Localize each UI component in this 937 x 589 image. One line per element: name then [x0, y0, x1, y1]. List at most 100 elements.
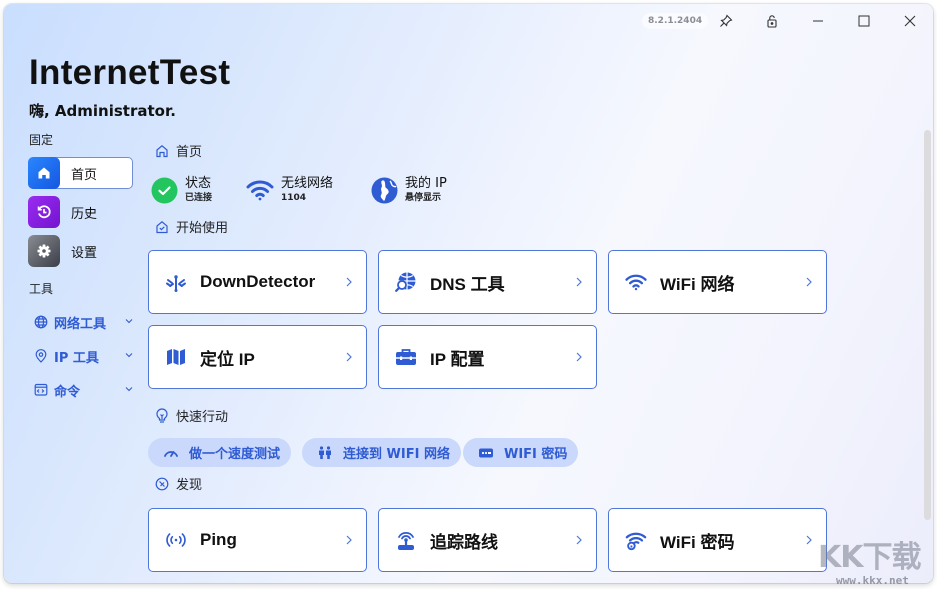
minimize-icon — [813, 20, 823, 22]
card-trace-route[interactable]: 追踪路线 — [378, 508, 597, 572]
tool-group-label: 命令 — [54, 384, 81, 400]
sidebar-item-home[interactable]: 首页 — [28, 157, 133, 189]
card-label: WiFi 密码 — [660, 532, 735, 552]
home-heading-label: 首页 — [176, 145, 203, 160]
tool-group-label: 网络工具 — [54, 316, 107, 332]
card-downdetector[interactable]: DownDetector — [148, 250, 367, 314]
settings-tile — [28, 235, 60, 267]
status-connection: 状态 已连接 — [150, 175, 212, 205]
close-button[interactable] — [895, 10, 925, 32]
pill-label: 连接到 WIFI 网络 — [343, 447, 450, 462]
history-tile — [28, 196, 60, 228]
globe-icon — [34, 315, 48, 329]
wifi-icon — [625, 274, 647, 291]
card-label: WiFi 网络 — [660, 274, 735, 294]
tool-group-commands[interactable]: 命令 — [34, 379, 134, 401]
chevron-right-icon — [576, 352, 582, 362]
home-icon — [38, 167, 50, 179]
quick-action-connect-wifi[interactable]: 连接到 WIFI 网络 — [302, 438, 461, 467]
status-my-ip[interactable]: 我的 IP 悬停显示 — [370, 175, 447, 205]
speedometer-icon — [164, 450, 178, 457]
sidebar-item-history[interactable]: 历史 — [28, 196, 133, 228]
discover-heading-label: 发现 — [176, 478, 203, 493]
compass-icon — [155, 477, 169, 490]
quick-action-wifi-password[interactable]: WIFI 密码 — [463, 438, 579, 467]
home-tile — [28, 157, 60, 189]
terminal-icon — [34, 383, 48, 396]
pinned-section-label: 固定 — [29, 133, 54, 147]
greeting: 嗨, Administrator. — [29, 102, 176, 120]
tool-group-label: IP 工具 — [54, 350, 99, 366]
trace-route-icon — [398, 531, 414, 550]
title-bar: 8.2.1.2404 — [4, 4, 933, 40]
quick-actions-heading-label: 快速行动 — [176, 410, 229, 425]
tool-group-network-tools[interactable]: 网络工具 — [34, 311, 134, 333]
chevron-right-icon — [346, 277, 352, 287]
maximize-button[interactable] — [849, 10, 879, 32]
card-label: Ping — [200, 530, 237, 549]
connect-icon — [319, 445, 331, 459]
card-dns-tools[interactable]: DNS 工具 — [378, 250, 597, 314]
status-sub: 已连接 — [185, 193, 213, 203]
card-label: DNS 工具 — [430, 274, 505, 294]
history-icon — [37, 205, 51, 219]
sidebar-item-label: 历史 — [71, 206, 98, 222]
status-wireless: 无线网络 1104 — [246, 175, 333, 205]
pin-icon — [720, 14, 733, 27]
check-circle-icon — [151, 177, 177, 203]
map-icon — [167, 349, 185, 365]
chevron-right-icon — [806, 277, 812, 287]
gear-icon — [37, 244, 51, 258]
card-label: IP 配置 — [430, 349, 485, 369]
tool-group-ip-tools[interactable]: IP 工具 — [34, 345, 134, 367]
card-label: 定位 IP — [200, 349, 255, 369]
home-check-icon — [156, 220, 168, 233]
status-sub: 1104 — [281, 193, 307, 203]
lightbulb-icon — [156, 407, 168, 423]
chevron-down-icon — [125, 387, 133, 392]
password-icon — [479, 448, 493, 457]
app-window: 8.2.1.2404 InternetTest 嗨, Administrator… — [4, 4, 933, 583]
quick-actions-heading: 快速行动 — [154, 406, 228, 425]
chevron-down-icon — [125, 319, 133, 324]
card-ping[interactable]: Ping — [148, 508, 367, 572]
sidebar-item-label: 首页 — [71, 167, 98, 183]
close-icon — [904, 15, 916, 27]
discover-heading: 发现 — [154, 474, 202, 493]
lock-button[interactable] — [757, 10, 787, 32]
globe-search-icon — [395, 272, 416, 292]
pin-button[interactable] — [711, 10, 741, 32]
status-title: 状态 — [185, 176, 212, 191]
version-badge: 8.2.1.2404 — [642, 13, 709, 29]
sidebar-item-settings[interactable]: 设置 — [28, 235, 133, 267]
signal-tower-icon — [166, 275, 186, 292]
ping-icon — [166, 533, 186, 547]
card-ip-config[interactable]: IP 配置 — [378, 325, 597, 389]
sidebar-item-label: 设置 — [71, 245, 98, 261]
pill-label: 做一个速度测试 — [189, 447, 281, 462]
chevron-right-icon — [346, 535, 352, 545]
status-title: 我的 IP — [405, 176, 447, 191]
card-locate-ip[interactable]: 定位 IP — [148, 325, 367, 389]
chevron-down-icon — [125, 353, 133, 358]
get-started-heading: 开始使用 — [154, 217, 228, 236]
minimize-button[interactable] — [803, 10, 833, 32]
status-sub: 悬停显示 — [405, 193, 442, 203]
wifi-lock-icon — [625, 532, 647, 551]
card-label: 追踪路线 — [430, 532, 498, 552]
lock-icon — [767, 15, 777, 28]
app-title: InternetTest — [29, 53, 231, 92]
wifi-icon — [246, 180, 274, 201]
get-started-heading-label: 开始使用 — [176, 221, 229, 236]
card-wifi-password[interactable]: WiFi 密码 — [608, 508, 827, 572]
home-outline-icon — [156, 144, 168, 157]
chevron-right-icon — [576, 535, 582, 545]
quick-action-speed-test[interactable]: 做一个速度测试 — [148, 438, 292, 467]
earth-icon — [371, 177, 397, 203]
vertical-scrollbar[interactable] — [924, 130, 931, 520]
maximize-icon — [858, 15, 870, 27]
chevron-right-icon — [576, 277, 582, 287]
card-wifi-networks[interactable]: WiFi 网络 — [608, 250, 827, 314]
toolbox-icon — [396, 349, 416, 365]
chevron-right-icon — [346, 352, 352, 362]
